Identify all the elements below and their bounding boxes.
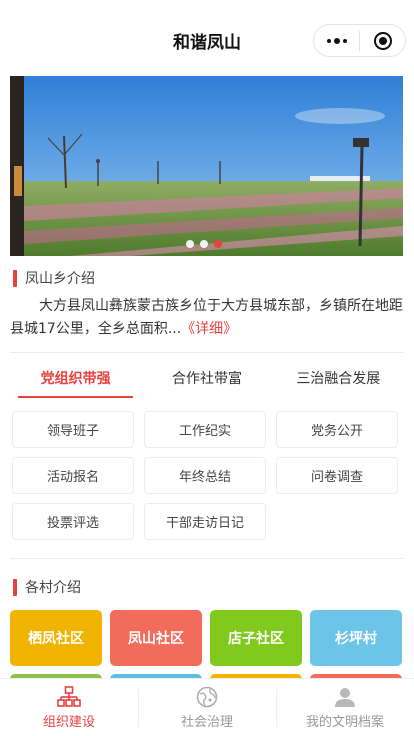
more-button[interactable] [314, 25, 359, 56]
annual-summary-button[interactable]: 年终总结 [144, 457, 266, 494]
divider [10, 558, 404, 559]
intro-section-title: 凤山乡介绍 [25, 271, 95, 287]
tab-governance[interactable]: 三治融合发展 [273, 364, 404, 398]
cadre-visit-diary-button[interactable]: 干部走访日记 [144, 503, 266, 540]
villages-section-title: 各村介绍 [25, 580, 81, 596]
nav-social-governance[interactable]: 社会治理 [138, 679, 276, 736]
leadership-button[interactable]: 领导班子 [12, 411, 134, 448]
village-card-qifeng[interactable]: 栖凤社区 [10, 610, 102, 666]
navigation-bar: 和谐凤山 [0, 0, 414, 76]
carousel-indicators [186, 240, 222, 248]
intro-more-link[interactable]: 《详细》 [181, 321, 237, 337]
user-icon [335, 687, 355, 707]
nav-civilization-archive[interactable]: 我的文明档案 [276, 679, 414, 736]
divider [10, 352, 404, 353]
mini-program-capsule [313, 24, 406, 57]
banner-image [10, 76, 403, 256]
activity-signup-button[interactable]: 活动报名 [12, 457, 134, 494]
voting-button[interactable]: 投票评选 [12, 503, 134, 540]
nav-civilization-archive-label: 我的文明档案 [305, 714, 384, 730]
globe-icon [196, 686, 218, 707]
section-marker [13, 578, 17, 596]
intro-section-header: 凤山乡介绍 [13, 268, 95, 288]
survey-button[interactable]: 问卷调查 [276, 457, 398, 494]
party-affairs-button[interactable]: 党务公开 [276, 411, 398, 448]
banner-carousel[interactable] [10, 76, 403, 256]
tab-party-organization[interactable]: 党组织带强 [10, 364, 141, 398]
village-list: 栖凤社区 凤山社区 店子社区 杉坪村 [10, 610, 404, 666]
close-button[interactable] [360, 25, 405, 56]
nav-organization[interactable]: 组织建设 [0, 679, 138, 736]
section-marker [13, 269, 17, 287]
villages-section-header: 各村介绍 [13, 577, 81, 597]
intro-paragraph: 大方县凤山彝族蒙古族乡位于大方县城东部，乡镇所在地距县城17公里，全乡总面积..… [10, 295, 404, 341]
carousel-dot[interactable] [200, 240, 208, 248]
nav-social-governance-label: 社会治理 [180, 714, 233, 730]
target-circle-icon [373, 31, 392, 50]
bottom-tab-bar: 组织建设 社会治理 我的文明档案 [0, 678, 414, 736]
category-tabs: 党组织带强 合作社带富 三治融合发展 [10, 364, 404, 398]
more-dots-icon [326, 37, 347, 44]
org-chart-icon [57, 685, 81, 707]
function-grid: 领导班子 工作纪实 党务公开 活动报名 年终总结 问卷调查 投票评选 干部走访日… [12, 411, 402, 540]
work-record-button[interactable]: 工作纪实 [144, 411, 266, 448]
nav-organization-label: 组织建设 [42, 714, 95, 730]
village-card-shanping[interactable]: 杉坪村 [310, 610, 402, 666]
carousel-dot[interactable] [186, 240, 194, 248]
tab-cooperative[interactable]: 合作社带富 [141, 364, 272, 398]
village-card-fengshan[interactable]: 凤山社区 [110, 610, 202, 666]
village-card-dianzi[interactable]: 店子社区 [210, 610, 302, 666]
carousel-dot-active[interactable] [214, 240, 222, 248]
